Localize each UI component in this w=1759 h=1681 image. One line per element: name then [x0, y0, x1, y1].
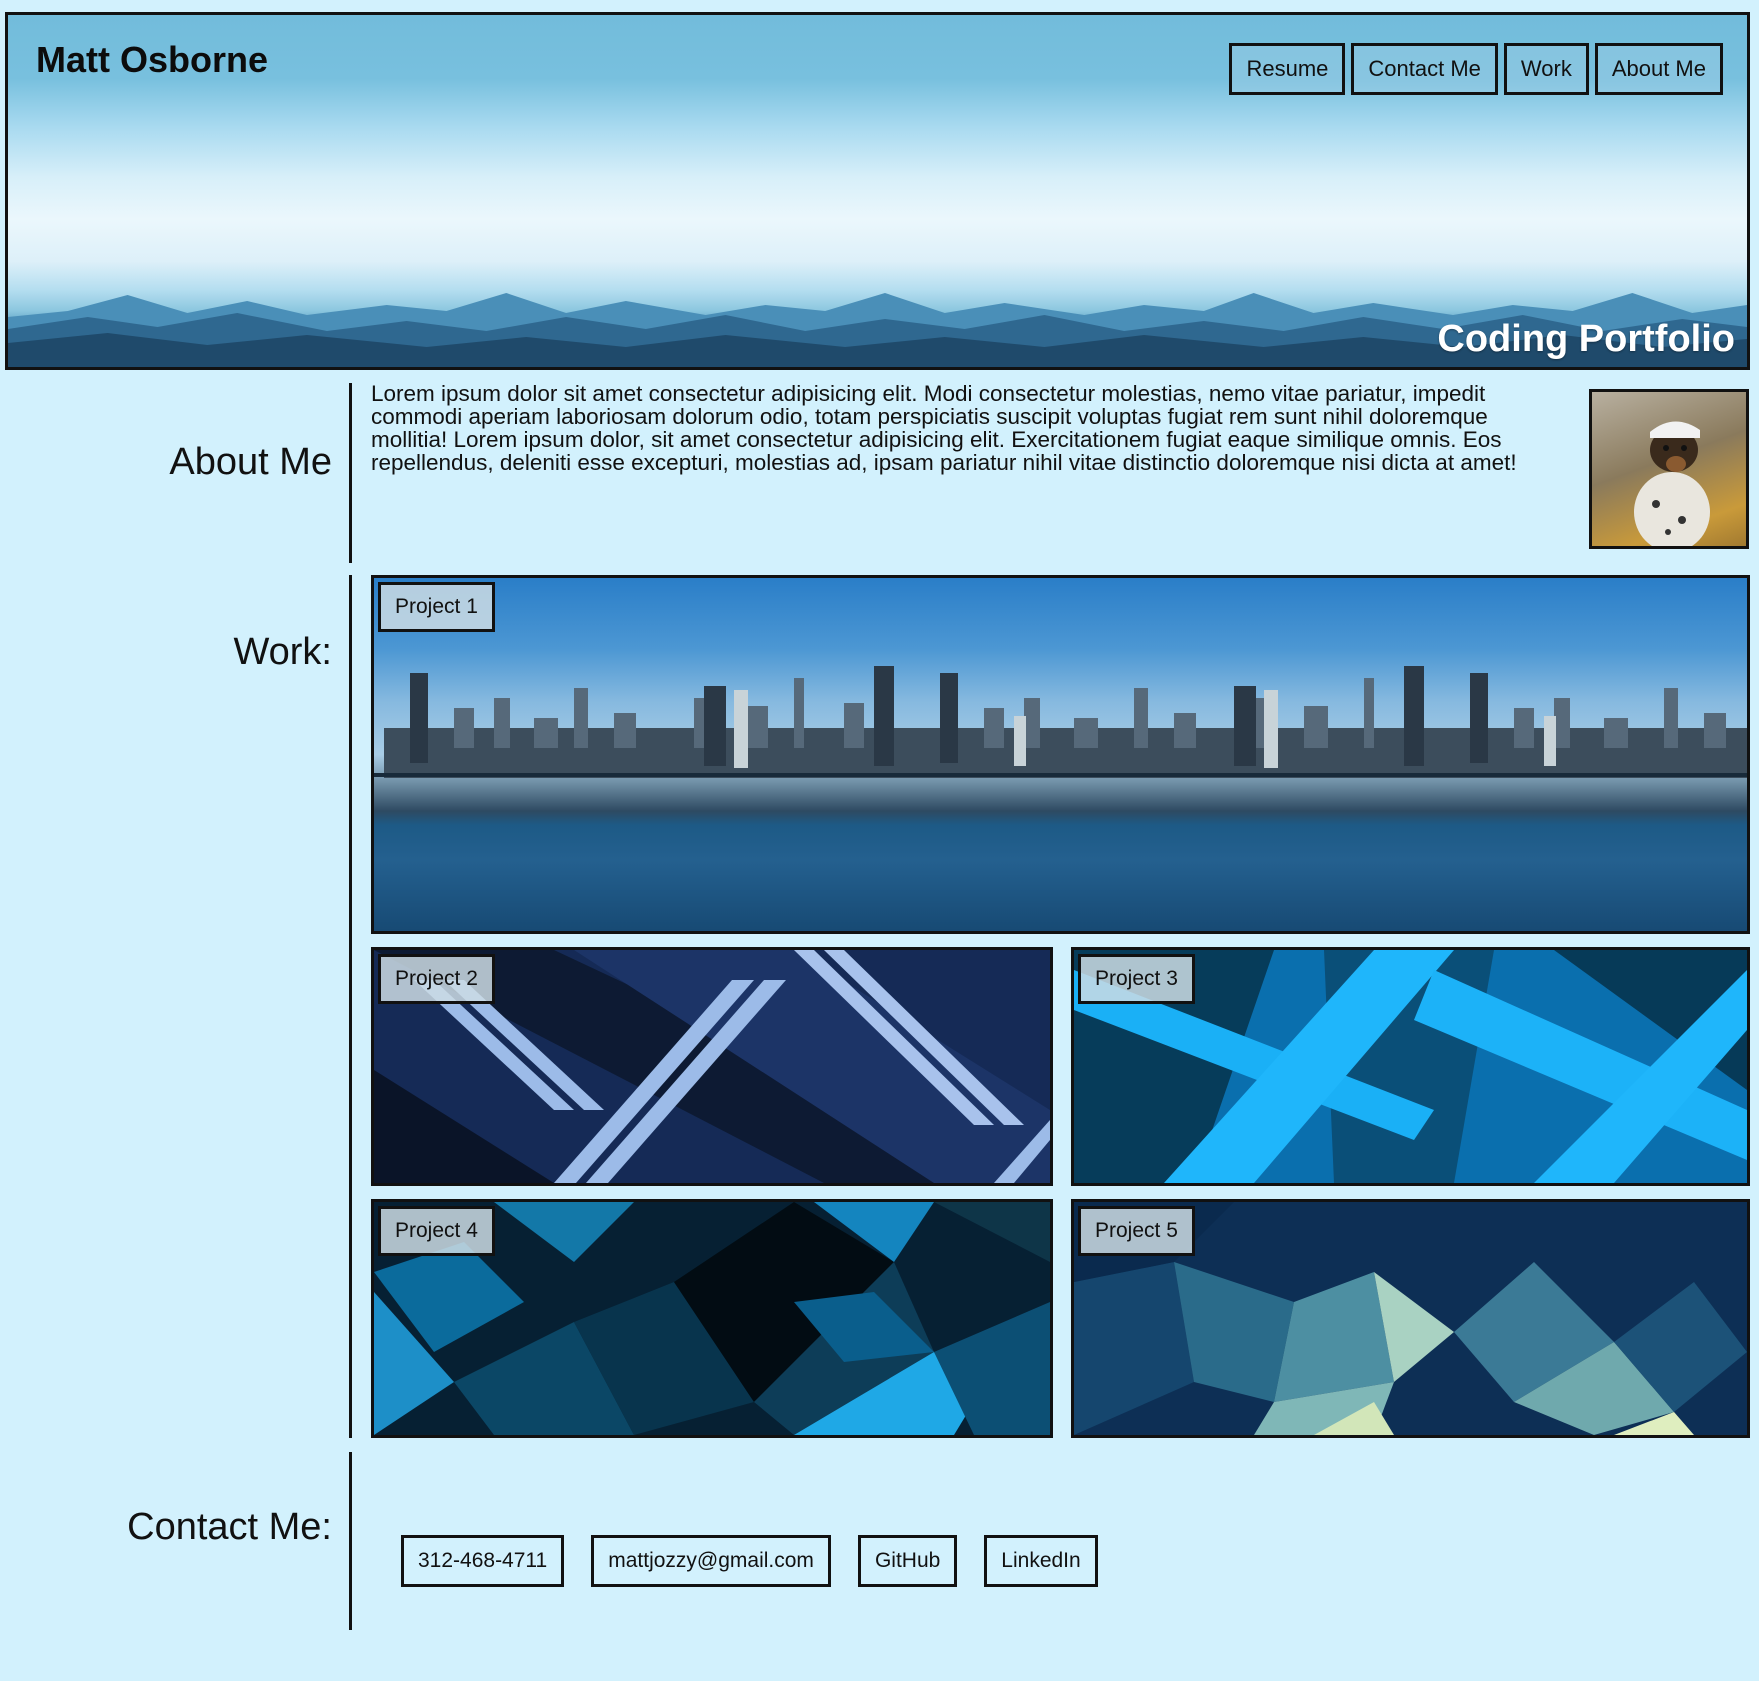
- nav-contact-button[interactable]: Contact Me: [1351, 43, 1498, 95]
- project-3-card[interactable]: Project 3: [1071, 947, 1750, 1186]
- nav-work-button[interactable]: Work: [1503, 43, 1589, 95]
- dog-photo-graphic: [1634, 421, 1710, 546]
- project-4-label[interactable]: Project 4: [378, 1206, 495, 1256]
- project-5-card[interactable]: Project 5: [1071, 1199, 1750, 1438]
- contact-links: 312-468-4711 mattjozzy@gmail.com GitHub …: [401, 1535, 1098, 1587]
- hero-banner: Matt Osborne Resume Contact Me Work Abou…: [5, 12, 1750, 370]
- project-4-card[interactable]: Project 4: [371, 1199, 1053, 1438]
- profile-photo: [1589, 389, 1749, 549]
- work-divider: [349, 575, 352, 1438]
- project-1-card[interactable]: Project 1: [371, 575, 1750, 934]
- site-title: Matt Osborne: [36, 39, 269, 80]
- work-heading: Work:: [233, 631, 332, 673]
- about-heading: About Me: [169, 441, 332, 483]
- github-link[interactable]: GitHub: [857, 1535, 958, 1587]
- project-1-label[interactable]: Project 1: [378, 582, 495, 632]
- nav-resume-button[interactable]: Resume: [1229, 43, 1346, 95]
- about-text: Lorem ipsum dolor sit amet consectetur a…: [371, 381, 1517, 475]
- contact-divider: [349, 1452, 352, 1630]
- phone-link[interactable]: 312-468-4711: [401, 1535, 565, 1587]
- main-nav: Resume Contact Me Work About Me: [1229, 43, 1723, 95]
- project-3-label[interactable]: Project 3: [1078, 954, 1195, 1004]
- project-2-card[interactable]: Project 2: [371, 947, 1053, 1186]
- nav-about-button[interactable]: About Me: [1594, 43, 1723, 95]
- about-divider: [349, 383, 352, 563]
- linkedin-link[interactable]: LinkedIn: [984, 1535, 1098, 1587]
- project-5-label[interactable]: Project 5: [1078, 1206, 1195, 1256]
- project-2-label[interactable]: Project 2: [378, 954, 495, 1004]
- email-link[interactable]: mattjozzy@gmail.com: [591, 1535, 831, 1587]
- hero-tagline: Coding Portfolio: [1437, 318, 1735, 360]
- city-skyline-graphic: [374, 666, 1747, 778]
- contact-heading: Contact Me:: [127, 1506, 332, 1548]
